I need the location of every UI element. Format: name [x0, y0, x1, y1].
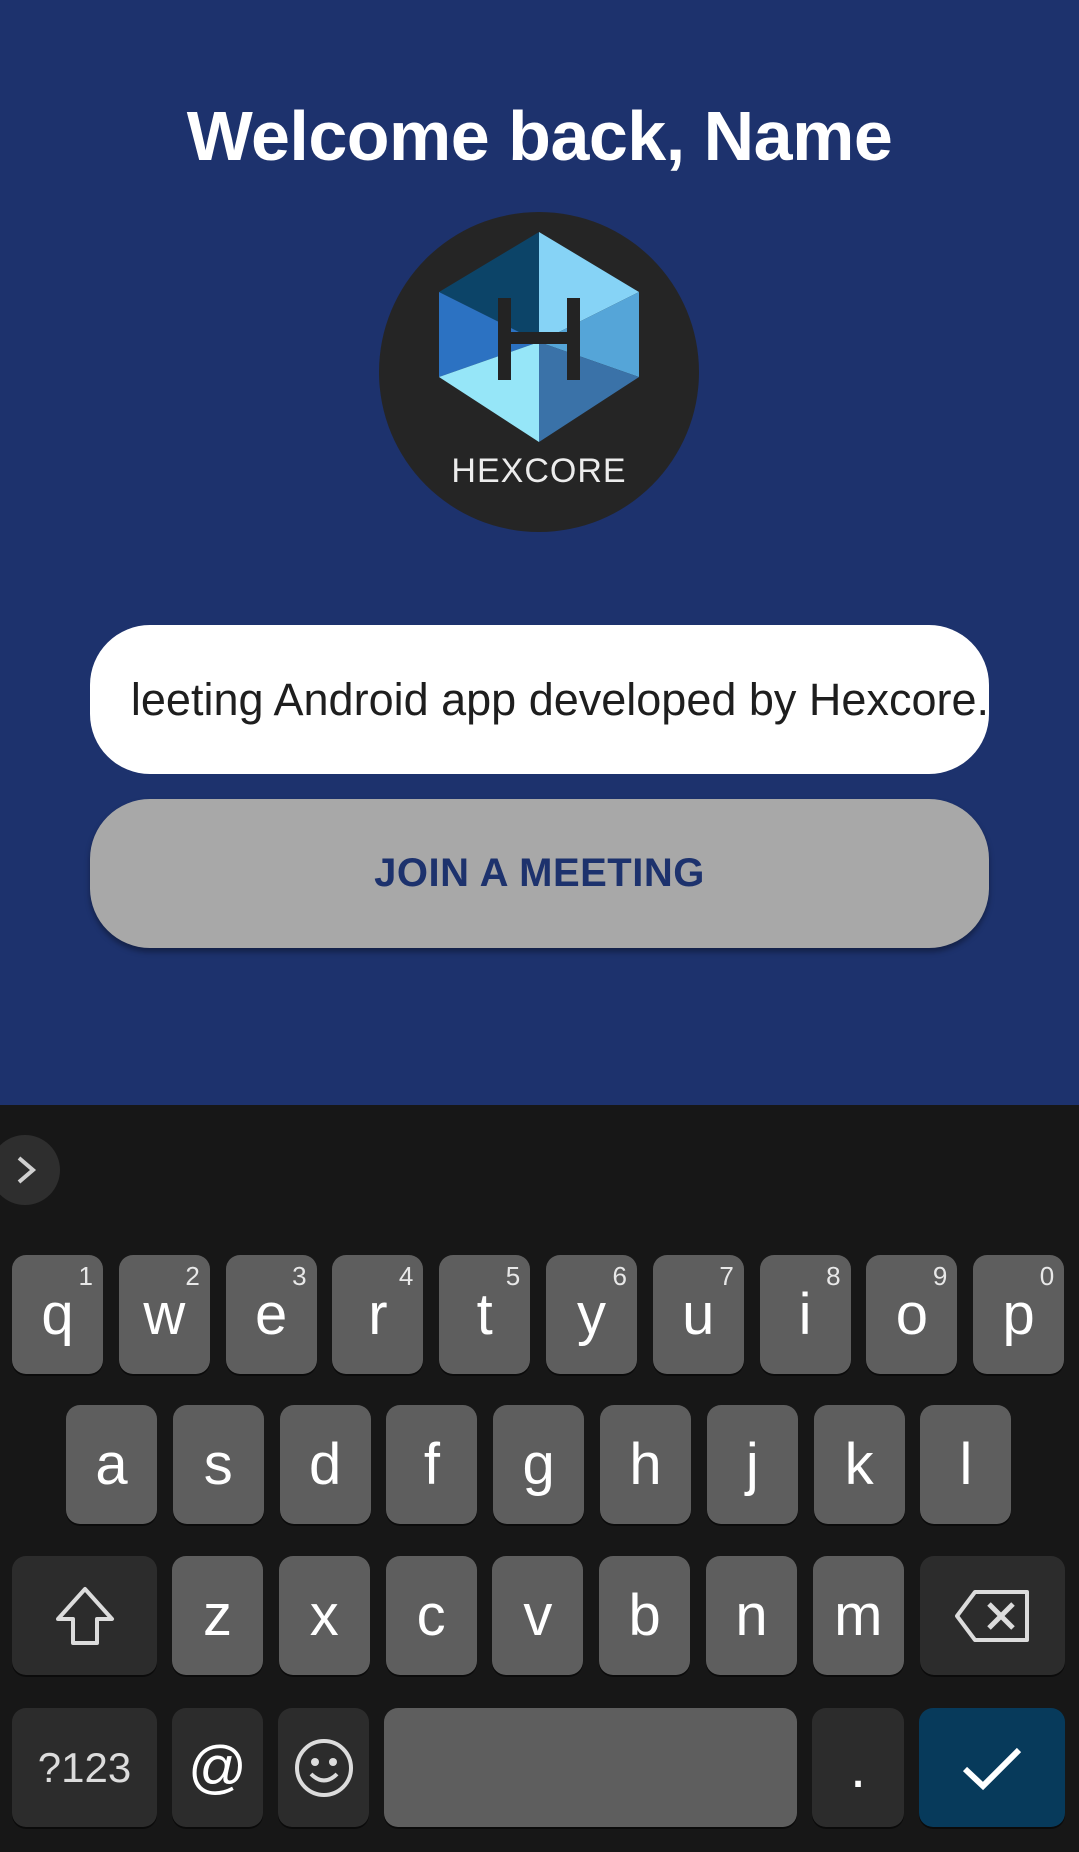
key-k[interactable]: k — [813, 1405, 905, 1524]
key-t[interactable]: t5 — [439, 1255, 531, 1374]
page-title: Welcome back, Name — [186, 97, 893, 175]
meeting-input[interactable]: leeting Android app developed by Hexcore… — [90, 625, 989, 774]
space-key[interactable] — [384, 1708, 797, 1827]
key-a[interactable]: a — [66, 1405, 157, 1524]
key-hint: 8 — [826, 1261, 841, 1291]
key-hint: 4 — [398, 1261, 414, 1291]
shift-icon — [55, 1586, 114, 1645]
shift-key[interactable] — [12, 1556, 157, 1675]
key-p[interactable]: p0 — [973, 1255, 1065, 1374]
key-label: u — [682, 1282, 715, 1347]
key-label: p — [1002, 1282, 1035, 1347]
key-o[interactable]: o9 — [866, 1255, 958, 1374]
join-meeting-button[interactable]: JOIN A MEETING — [90, 799, 989, 948]
key-label: t — [476, 1282, 493, 1347]
key-s[interactable]: s — [172, 1405, 264, 1524]
key-c[interactable]: c — [385, 1556, 477, 1675]
chevron-right-icon — [17, 1156, 37, 1184]
emoji-key[interactable] — [278, 1708, 369, 1827]
key-hint: 7 — [719, 1261, 734, 1291]
keyboard-expand-toggle[interactable] — [0, 1135, 60, 1205]
hexcore-logo: HEXCORE — [379, 212, 699, 532]
key-d[interactable]: d — [279, 1405, 371, 1524]
key-w[interactable]: w2 — [118, 1255, 210, 1374]
checkmark-icon — [962, 1747, 1022, 1790]
key-label: i — [798, 1282, 812, 1347]
key-label: y — [577, 1282, 606, 1347]
key-label: r — [368, 1282, 388, 1347]
key-hint: 2 — [185, 1261, 200, 1291]
logo-text: HEXCORE — [451, 452, 626, 490]
key-e[interactable]: e3 — [225, 1255, 317, 1374]
key-label: e — [254, 1282, 288, 1347]
meeting-input-value: leeting Android app developed by Hexcore… — [130, 674, 989, 725]
key-j[interactable]: j — [706, 1405, 798, 1524]
symbols-key[interactable]: ?123 — [12, 1708, 157, 1827]
at-key[interactable]: @ — [172, 1708, 263, 1827]
key-hint: 0 — [1039, 1261, 1055, 1291]
key-i[interactable]: i8 — [759, 1255, 851, 1374]
key-z[interactable]: z — [172, 1556, 263, 1675]
key-label: o — [895, 1282, 929, 1347]
key-label: q — [41, 1282, 74, 1347]
key-hint: 9 — [932, 1261, 948, 1291]
key-n[interactable]: n — [706, 1556, 797, 1675]
key-r[interactable]: r4 — [332, 1255, 424, 1374]
keyboard: ?123 @ . q1w2e3r4t5y6u7i8o9p0asdfghjklzx… — [0, 1105, 1079, 1852]
key-h[interactable]: h — [600, 1405, 691, 1524]
key-y[interactable]: y6 — [546, 1255, 637, 1374]
key-v[interactable]: v — [492, 1556, 584, 1675]
key-m[interactable]: m — [812, 1556, 904, 1675]
done-key[interactable] — [919, 1708, 1065, 1827]
emoji-icon — [294, 1738, 353, 1797]
key-u[interactable]: u7 — [652, 1255, 744, 1374]
key-l[interactable]: l — [920, 1405, 1012, 1524]
key-g[interactable]: g — [493, 1405, 585, 1524]
key-x[interactable]: x — [278, 1556, 370, 1675]
key-hint: 1 — [78, 1261, 93, 1291]
period-key[interactable]: . — [812, 1708, 904, 1827]
key-q[interactable]: q1 — [12, 1255, 103, 1374]
key-hint: 5 — [505, 1261, 521, 1291]
app-screen: Welcome back, Name HEXCORE leeting Andro… — [0, 0, 1079, 1105]
key-b[interactable]: b — [599, 1556, 691, 1675]
key-label: w — [143, 1282, 186, 1347]
key-f[interactable]: f — [386, 1405, 478, 1524]
backspace-key[interactable] — [920, 1556, 1065, 1675]
key-hint: 3 — [292, 1261, 307, 1291]
backspace-icon — [954, 1589, 1029, 1642]
key-hint: 6 — [612, 1261, 627, 1291]
